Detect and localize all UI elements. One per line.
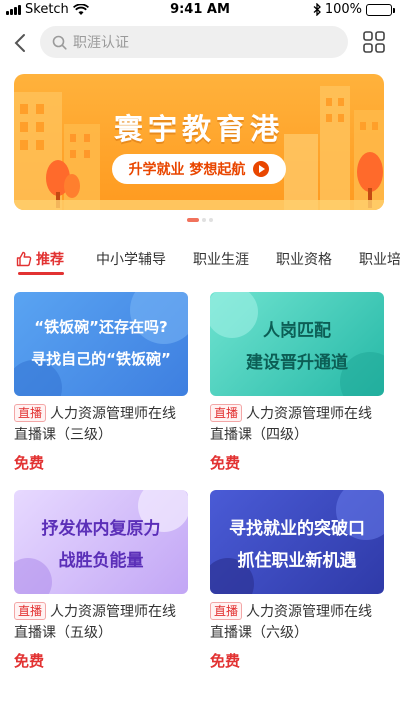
live-badge: 直播	[14, 602, 47, 620]
search-placeholder: 职涯认证	[73, 35, 129, 51]
pagination-dot	[202, 218, 206, 222]
live-badge: 直播	[210, 602, 243, 620]
tab-label: 职业培	[359, 252, 400, 268]
tab-label: 中小学辅导	[96, 252, 166, 268]
battery-icon	[366, 3, 395, 16]
thumbs-up-icon	[16, 251, 32, 267]
live-badge: 直播	[14, 404, 47, 422]
search-input[interactable]: 职涯认证	[40, 26, 348, 58]
tab-label: 职业生涯	[193, 252, 249, 268]
tab-label: 推荐	[36, 252, 64, 268]
course-title: 直播 人力资源管理师在线直播课（四级）	[210, 404, 384, 446]
course-price: 免费	[14, 454, 45, 472]
thumbnail-line-1: 寻找就业的突破口	[229, 519, 365, 539]
banner-title: 寰宇教育港	[113, 112, 284, 146]
status-right: 100%	[313, 2, 395, 17]
course-title: 直播 人力资源管理师在线直播课（五级）	[14, 602, 188, 644]
course-card[interactable]: “铁饭碗”还存在吗? 寻找自己的“铁饭碗” 直播 人力资源管理师在线直播课（三级）…	[14, 292, 188, 482]
tab-label: 职业资格	[276, 252, 332, 268]
category-grid-button[interactable]	[362, 30, 386, 54]
course-thumbnail: 人岗匹配 建设晋升通道	[210, 292, 384, 396]
pagination-dot	[209, 218, 213, 222]
promo-banner[interactable]: 寰宇教育港 升学就业 梦想起航	[14, 74, 384, 210]
chevron-left-icon	[14, 34, 25, 52]
play-icon	[253, 161, 270, 177]
course-thumbnail: 抒发体内复原力 战胜负能量	[14, 490, 188, 594]
tab-k12[interactable]: 中小学辅导	[96, 244, 166, 274]
thumbnail-line-1: “铁饭碗”还存在吗?	[34, 318, 168, 336]
tab-recommend[interactable]: 推荐	[16, 244, 64, 274]
thumbnail-line-2: 寻找自己的“铁饭碗”	[31, 350, 171, 368]
grid-icon	[363, 31, 385, 53]
category-tabs: 推荐 中小学辅导 职业生涯 职业资格 职业培	[0, 244, 400, 276]
thumbnail-line-1: 抒发体内复原力	[41, 519, 161, 539]
battery-percent: 100%	[324, 2, 362, 17]
course-price: 免费	[210, 652, 241, 670]
search-icon	[52, 35, 67, 50]
thumbnail-line-2: 建设晋升通道	[246, 353, 348, 373]
course-title: 直播 人力资源管理师在线直播课（三级）	[14, 404, 188, 446]
course-thumbnail: 寻找就业的突破口 抓住职业新机遇	[210, 490, 384, 594]
course-card[interactable]: 寻找就业的突破口 抓住职业新机遇 直播 人力资源管理师在线直播课（六级） 免费	[210, 490, 384, 680]
status-bar: Sketch 9:41 AM 100%	[0, 0, 400, 20]
banner-pagination	[0, 218, 400, 222]
banner-subtitle-pill[interactable]: 升学就业 梦想起航	[112, 154, 286, 184]
search-row: 职涯认证	[0, 24, 400, 62]
active-tab-indicator	[18, 272, 64, 275]
tab-career[interactable]: 职业生涯	[193, 244, 249, 274]
thumbnail-line-2: 抓住职业新机遇	[237, 551, 357, 571]
course-card[interactable]: 人岗匹配 建设晋升通道 直播 人力资源管理师在线直播课（四级） 免费	[210, 292, 384, 482]
course-thumbnail: “铁饭碗”还存在吗? 寻找自己的“铁饭碗”	[14, 292, 188, 396]
bluetooth-icon	[313, 3, 321, 16]
thumbnail-line-2: 战胜负能量	[58, 551, 144, 571]
thumbnail-line-1: 人岗匹配	[263, 321, 331, 341]
back-button[interactable]	[8, 28, 32, 58]
tab-qualification[interactable]: 职业资格	[276, 244, 332, 274]
banner-subtitle: 升学就业 梦想起航	[128, 162, 246, 178]
tab-training[interactable]: 职业培	[359, 244, 400, 274]
live-badge: 直播	[210, 404, 243, 422]
course-price: 免费	[14, 652, 45, 670]
course-price: 免费	[210, 454, 241, 472]
course-card[interactable]: 抒发体内复原力 战胜负能量 直播 人力资源管理师在线直播课（五级） 免费	[14, 490, 188, 680]
course-title: 直播 人力资源管理师在线直播课（六级）	[210, 602, 384, 644]
pagination-dot-active	[187, 218, 199, 222]
